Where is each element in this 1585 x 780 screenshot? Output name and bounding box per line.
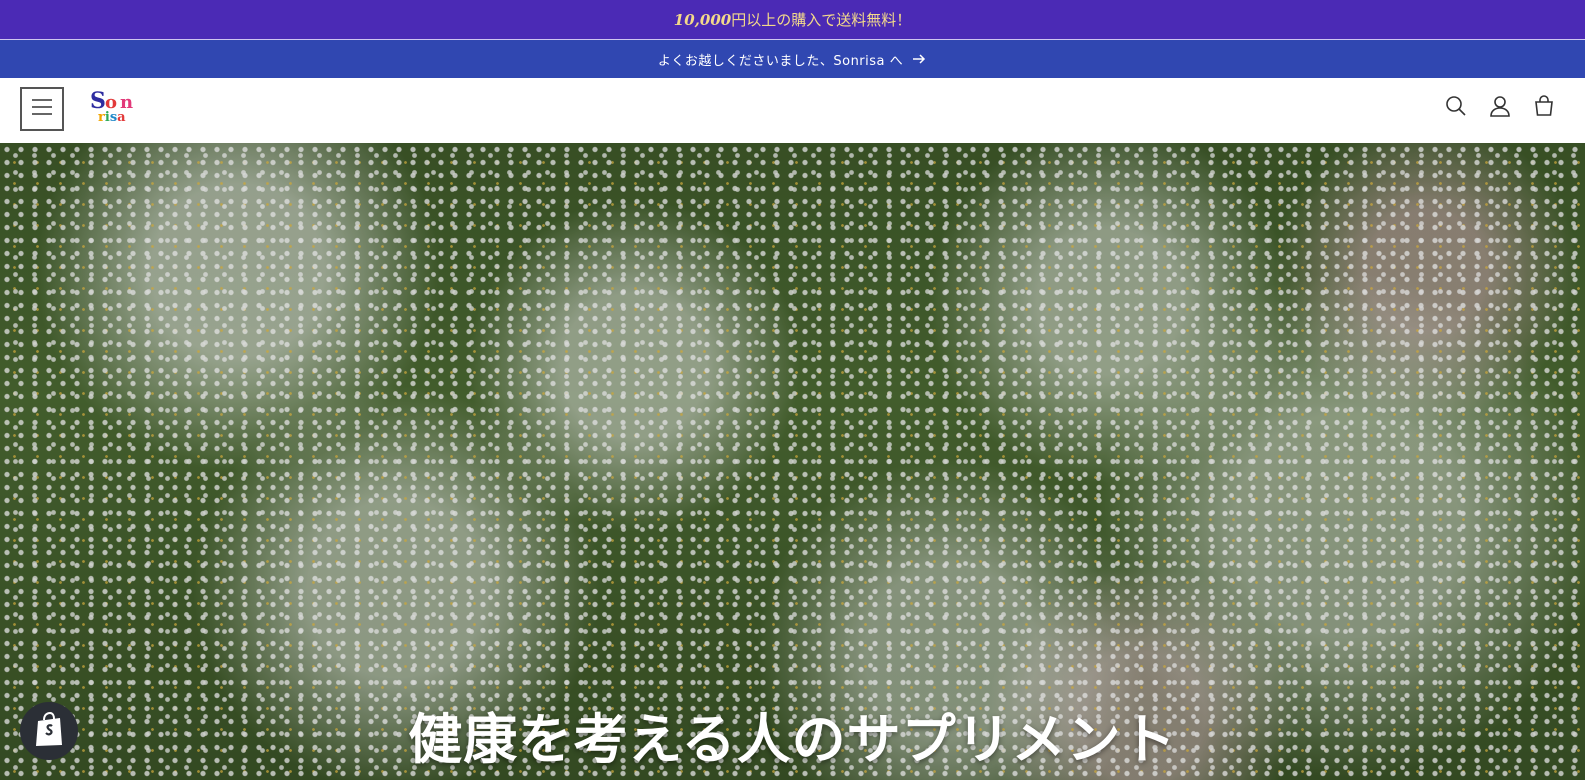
search-button[interactable] — [1445, 96, 1467, 120]
account-icon — [1489, 95, 1511, 121]
shop-app-button[interactable] — [20, 702, 78, 760]
site-header: S o n risa — [0, 78, 1585, 143]
header-actions — [1445, 95, 1555, 121]
cart-icon — [1533, 95, 1555, 121]
account-button[interactable] — [1489, 96, 1511, 120]
announcement-link[interactable]: よくお越しくださいました、Sonrisa へ — [0, 40, 1585, 78]
menu-button[interactable] — [20, 87, 64, 131]
promo-amount: 10,000 — [673, 11, 732, 29]
hero-banner: 健康を考える人のサプリメント — [0, 143, 1585, 780]
logo-subword: risa — [98, 110, 126, 125]
hero-heading: 健康を考える人のサプリメント — [408, 708, 1177, 771]
search-icon — [1445, 95, 1467, 121]
promo-bar: 10,000円以上の購入で送料無料！ — [0, 0, 1585, 40]
promo-text: 10,000円以上の購入で送料無料！ — [674, 9, 911, 30]
menu-icon — [31, 97, 53, 121]
arrow-right-icon — [911, 51, 927, 67]
shopify-bag-icon — [33, 711, 65, 751]
cart-button[interactable] — [1533, 95, 1555, 121]
store-logo[interactable]: S o n risa — [88, 88, 148, 132]
announcement-text: よくお越しくださいました、Sonrisa へ — [657, 53, 904, 69]
promo-message: 円以上の購入で送料無料！ — [731, 11, 912, 29]
